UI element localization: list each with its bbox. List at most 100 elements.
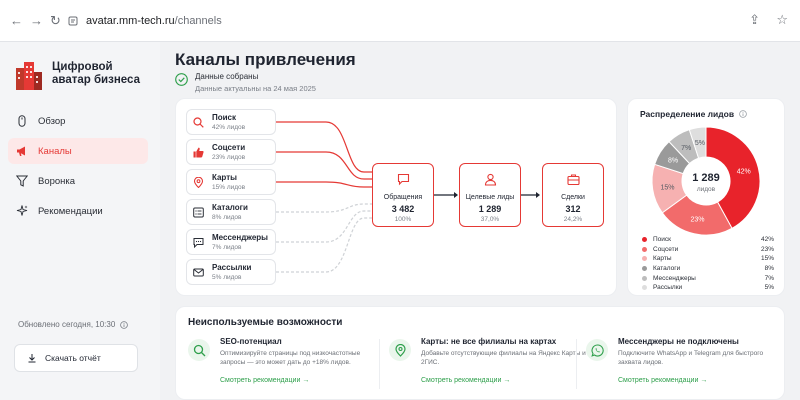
source-search[interactable]: Поиск 42% лидов bbox=[186, 109, 276, 135]
brand-line-2: аватар бизнеса bbox=[52, 74, 140, 86]
legend-swatch bbox=[642, 246, 647, 252]
stage-value: 1 289 bbox=[478, 204, 502, 214]
legend-swatch bbox=[642, 275, 647, 281]
stage-inquiries[interactable]: Обращения 3 482 100% bbox=[372, 163, 434, 227]
legend-item: Соцсети 23% bbox=[642, 245, 774, 255]
mail-icon bbox=[193, 268, 204, 276]
donut-slice-label: 23% bbox=[690, 216, 704, 223]
sidebar-item-funnel[interactable]: Воронка bbox=[8, 168, 148, 194]
url-domain: avatar.mm-tech.ru bbox=[86, 15, 175, 27]
page-title: Каналы привлечения bbox=[175, 50, 356, 69]
whatsapp-icon bbox=[590, 343, 604, 357]
legend-item: Мессенджеры 7% bbox=[642, 273, 774, 283]
url-path: /channels bbox=[174, 15, 222, 27]
source-name: Каталоги bbox=[212, 203, 248, 212]
arrow-right-icon: → bbox=[700, 377, 708, 384]
sidebar-item-label: Каналы bbox=[38, 145, 72, 157]
legend-label: Карты bbox=[653, 255, 672, 263]
opportunity-link[interactable]: Смотреть рекомендации → bbox=[618, 377, 707, 384]
legend-item: Карты 15% bbox=[642, 254, 774, 264]
site-info-icon[interactable] bbox=[68, 16, 78, 26]
source-share: 23% лидов bbox=[212, 154, 246, 161]
stage-target-leads[interactable]: Целевые лиды 1 289 37,0% bbox=[459, 163, 521, 227]
legend-value: 15% bbox=[760, 255, 774, 263]
lead-distribution-donut: 42% 23% 15% 8%7% 5% 1 289 лидов bbox=[651, 126, 761, 236]
reload-icon[interactable]: ↻ bbox=[50, 14, 61, 28]
sparkle-icon bbox=[16, 205, 28, 216]
stage-label: Обращения bbox=[383, 194, 423, 201]
opportunity-title: SEO-потенциал bbox=[220, 337, 282, 346]
arrow-right-icon: → bbox=[302, 377, 310, 384]
stage-deals[interactable]: Сделки 312 24,2% bbox=[542, 163, 604, 227]
legend-label: Мессенджеры bbox=[653, 274, 696, 282]
info-icon[interactable] bbox=[739, 110, 747, 118]
arrow-right-icon: → bbox=[503, 377, 511, 384]
donut-slice-label: 7% bbox=[681, 145, 691, 152]
sidebar-item-label: Обзор bbox=[38, 115, 66, 127]
opportunity-icon-badge bbox=[188, 339, 210, 361]
brand-logo[interactable]: Цифровой аватар бизнеса bbox=[14, 58, 140, 90]
download-icon bbox=[28, 354, 36, 363]
source-name: Карты bbox=[212, 173, 237, 182]
check-circle-icon bbox=[175, 73, 188, 86]
map-pin-icon bbox=[394, 343, 406, 357]
donut-slice-label: 5% bbox=[695, 140, 705, 147]
share-icon[interactable]: ⇪ bbox=[749, 12, 760, 28]
sidebar-item-overview[interactable]: Обзор bbox=[8, 108, 148, 134]
source-maps[interactable]: Карты 15% лидов bbox=[186, 169, 276, 195]
source-social[interactable]: Соцсети 23% лидов bbox=[186, 139, 276, 165]
legend-value: 42% bbox=[760, 236, 774, 244]
source-share: 8% лидов bbox=[212, 214, 242, 221]
forward-arrow-icon[interactable]: → bbox=[30, 14, 43, 28]
legend-value: 7% bbox=[764, 274, 774, 282]
opportunity-link-text: Смотреть рекомендации bbox=[421, 377, 502, 384]
back-arrow-icon[interactable]: ← bbox=[10, 14, 23, 28]
legend-label: Рассылки bbox=[653, 284, 683, 292]
sidebar: Цифровой аватар бизнеса Обзор Каналы Вор… bbox=[0, 42, 160, 400]
legend-value: 5% bbox=[764, 284, 774, 292]
unused-opportunities-card: Неиспользуемые возможности SEO-потенциал… bbox=[175, 306, 785, 400]
message-icon bbox=[397, 173, 409, 186]
catalog-icon bbox=[193, 207, 204, 217]
opportunity-icon-badge bbox=[389, 339, 411, 361]
legend-item: Поиск 42% bbox=[642, 235, 774, 245]
opportunity-maps: Карты: не все филиалы на картах Добавьте… bbox=[389, 337, 586, 393]
download-report-button[interactable]: Скачать отчёт bbox=[14, 344, 138, 372]
legend-swatch bbox=[642, 237, 647, 243]
source-name: Поиск bbox=[212, 113, 237, 122]
opportunity-description: Подключите WhatsApp и Telegram для быстр… bbox=[618, 350, 764, 366]
sidebar-item-label: Воронка bbox=[38, 175, 76, 187]
browser-toolbar: ← → ↻ avatar.mm-tech.ru/channels ⇪ ☆ bbox=[0, 0, 800, 42]
opportunity-title: Мессенджеры не подключены bbox=[618, 337, 739, 346]
address-bar[interactable]: avatar.mm-tech.ru/channels bbox=[68, 11, 786, 31]
source-mailings[interactable]: Рассылки 5% лидов bbox=[186, 259, 276, 285]
divider bbox=[576, 339, 577, 389]
sidebar-item-channels[interactable]: Каналы bbox=[8, 138, 148, 164]
legend-label: Поиск bbox=[653, 236, 672, 244]
download-report-label: Скачать отчёт bbox=[45, 353, 101, 363]
sidebar-item-recommendations[interactable]: Рекомендации bbox=[8, 198, 148, 224]
stage-value: 3 482 bbox=[391, 204, 415, 214]
stage-label: Целевые лиды bbox=[465, 194, 515, 201]
thumbs-up-icon bbox=[193, 147, 204, 157]
source-catalogs[interactable]: Каталоги 8% лидов bbox=[186, 199, 276, 225]
source-share: 7% лидов bbox=[212, 244, 242, 251]
opportunity-link[interactable]: Смотреть рекомендации → bbox=[421, 377, 510, 384]
divider bbox=[379, 339, 380, 389]
bookmark-star-icon[interactable]: ☆ bbox=[776, 12, 788, 28]
search-icon bbox=[193, 116, 204, 128]
building-logo-icon bbox=[16, 62, 42, 90]
source-share: 42% лидов bbox=[212, 124, 246, 131]
source-messengers[interactable]: Мессенджеры 7% лидов bbox=[186, 229, 276, 255]
channels-funnel-card: Поиск 42% лидов Соцсети 23% лидов Карты 15%… bbox=[175, 98, 617, 296]
info-icon[interactable] bbox=[120, 320, 129, 329]
last-updated-text: Обновлено сегодня, 10:30 bbox=[18, 320, 116, 329]
opportunity-messengers: Мессенджеры не подключены Подключите Wha… bbox=[586, 337, 781, 393]
opportunity-icon-badge bbox=[586, 339, 608, 361]
opportunity-link[interactable]: Смотреть рекомендации → bbox=[220, 377, 309, 384]
donut-slice-label: 8% bbox=[668, 158, 678, 165]
source-share: 5% лидов bbox=[212, 274, 242, 281]
distribution-title-text: Распределение лидов bbox=[640, 109, 735, 119]
last-updated: Обновлено сегодня, 10:30 bbox=[18, 320, 129, 329]
opportunity-link-text: Смотреть рекомендации bbox=[220, 377, 301, 384]
